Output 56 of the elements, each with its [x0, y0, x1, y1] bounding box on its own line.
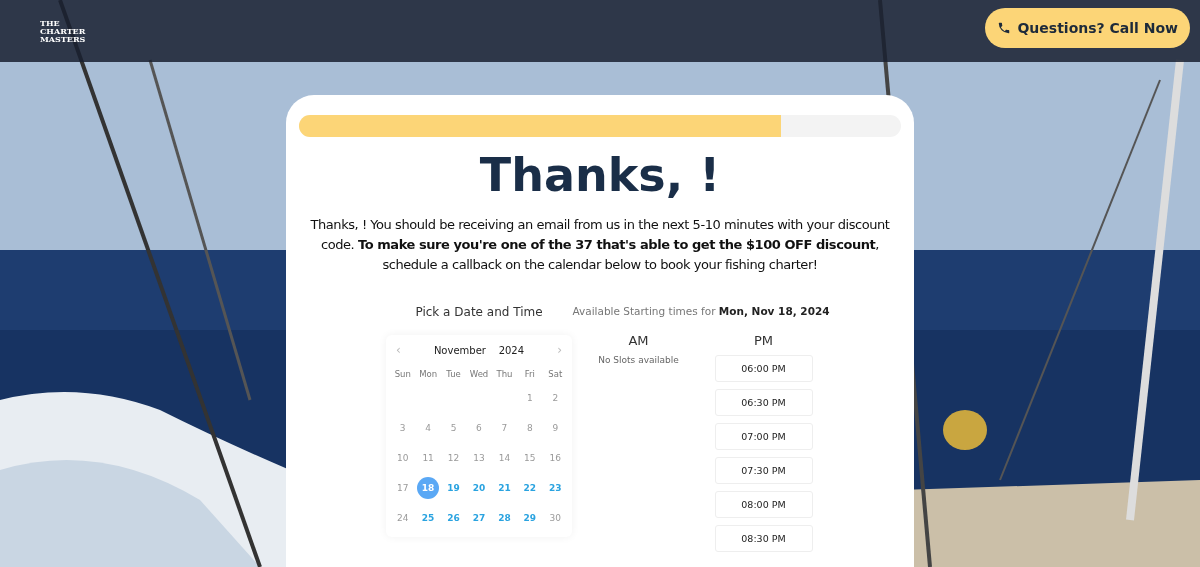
calendar-day[interactable]: 29	[518, 507, 541, 529]
call-button[interactable]: Questions? Call Now	[985, 8, 1190, 48]
calendar-day[interactable]: 27	[468, 507, 490, 529]
calendar-day[interactable]: 26	[442, 507, 465, 529]
calendar-day: 15	[518, 447, 541, 469]
calendar-day[interactable]: 20	[468, 477, 490, 499]
calendar-day: 13	[468, 447, 490, 469]
calendar-day[interactable]: 25	[417, 507, 440, 529]
page-title: Thanks, !	[479, 147, 721, 204]
calendar-day[interactable]: 23	[544, 477, 567, 499]
times-heading: Available Starting times for Mon, Nov 18, 2024	[572, 305, 830, 317]
calendar-day[interactable]: 28	[493, 507, 516, 529]
calendar-day: 2	[544, 387, 567, 409]
calendar-day: 3	[391, 417, 414, 439]
calendar-day[interactable]: 21	[493, 477, 516, 499]
calendar-day: 12	[442, 447, 465, 469]
calendar-day: 5	[442, 417, 465, 439]
next-month-button[interactable]: ›	[557, 343, 562, 357]
month-label: November 2024	[433, 344, 525, 356]
calendar-day: 11	[417, 447, 440, 469]
logo[interactable]: THE CHARTER MASTERS	[40, 19, 86, 43]
calendar-day: 10	[391, 447, 414, 469]
calendar-day: 1	[518, 387, 541, 409]
time-slot-button[interactable]: 07:00 PM	[714, 423, 813, 450]
time-slot-button[interactable]: 06:30 PM	[714, 389, 813, 416]
message-text: Thanks, ! You should be receiving an email from us in the next 5-10 minutes with your discount code. To make sure you're one of the 37 that's able to get the $100 OFF discount, schedule a callback on the calendar below to book your fishing charter!	[309, 216, 891, 274]
weekday-label: Mon	[419, 369, 438, 379]
calendar-day: 8	[518, 417, 541, 439]
calendar-day: 30	[544, 507, 567, 529]
calendar-day: 4	[417, 417, 440, 439]
calendar-day[interactable]: 18	[417, 477, 440, 499]
weekday-label: Wed	[469, 369, 489, 379]
no-slots-text: No Slots available	[598, 355, 679, 365]
time-slot-button[interactable]: 08:30 PM	[714, 525, 813, 552]
period-label: AM	[628, 333, 649, 348]
calendar-day: 17	[391, 477, 414, 499]
calendar-day: 24	[391, 507, 414, 529]
calendar-day[interactable]: 22	[518, 477, 541, 499]
calendar-day[interactable]: 19	[442, 477, 465, 499]
weekday-label: Sun	[394, 369, 411, 379]
calendar-day: 6	[468, 417, 490, 439]
phone-icon	[997, 21, 1012, 35]
period-label: PM	[753, 333, 774, 348]
calendar-day: 16	[544, 447, 567, 469]
weekday-label: Fri	[524, 369, 535, 379]
weekday-label: Tue	[446, 369, 461, 379]
calendar-heading: Pick a Date and Time	[415, 305, 543, 319]
time-slot-button[interactable]: 06:00 PM	[714, 355, 813, 382]
weekday-label: Sat	[548, 369, 563, 379]
calendar-day: 9	[544, 417, 567, 439]
calendar-day: 7	[493, 417, 516, 439]
calendar-day: 14	[493, 447, 516, 469]
weekday-label: Thu	[496, 369, 513, 379]
time-slot-button[interactable]: 08:00 PM	[714, 491, 813, 518]
prev-month-button[interactable]: ‹	[396, 343, 401, 357]
time-slot-button[interactable]: 07:30 PM	[714, 457, 813, 484]
